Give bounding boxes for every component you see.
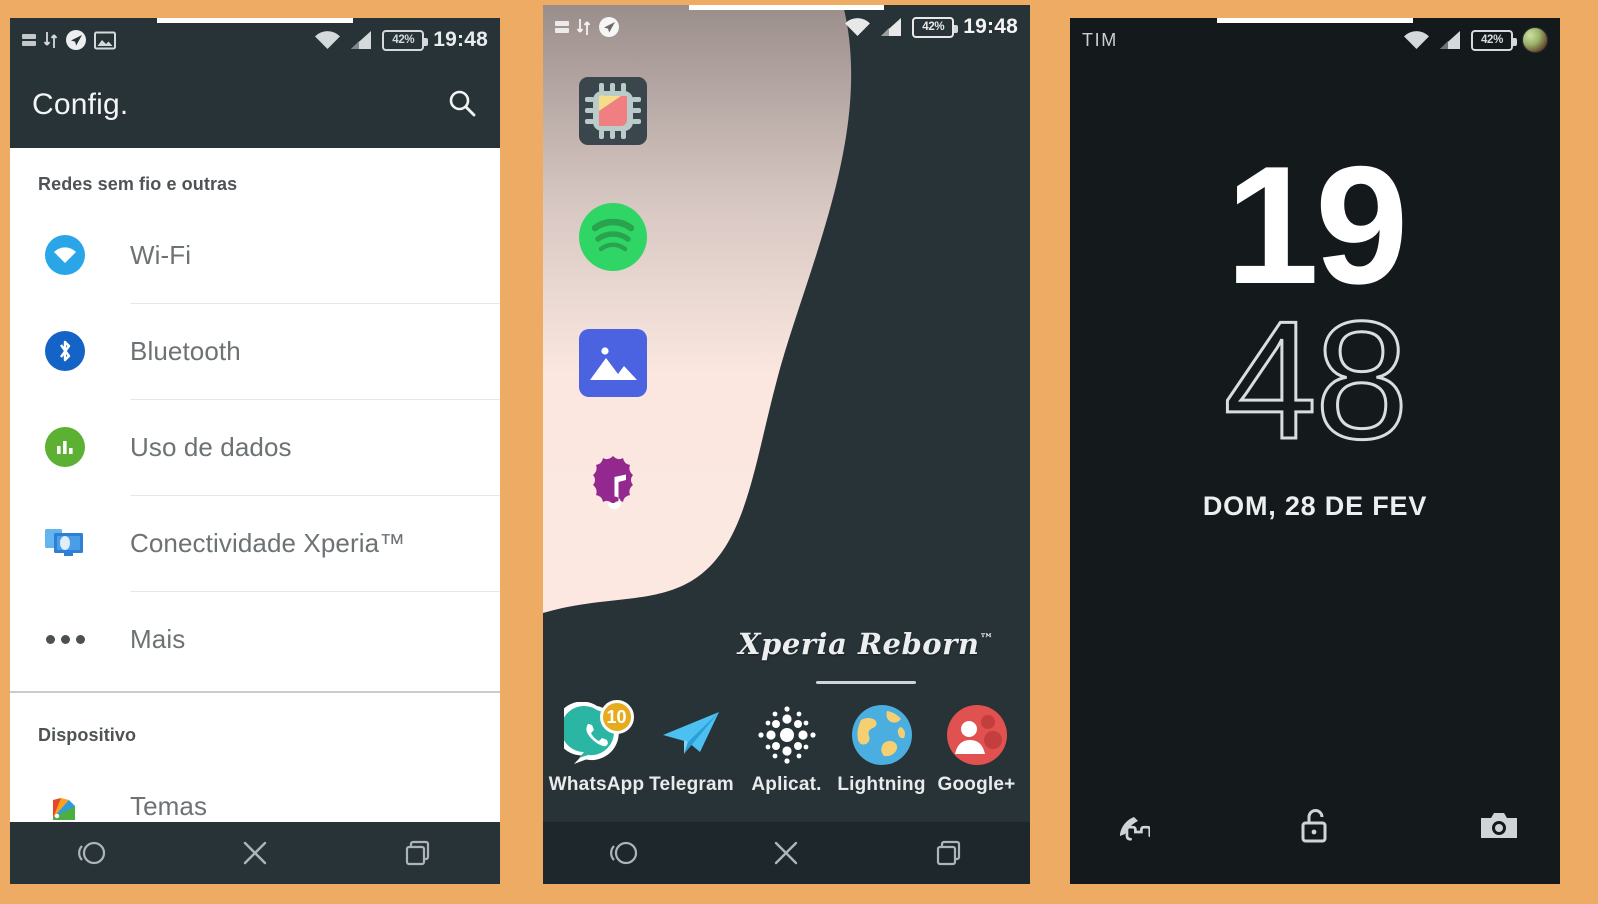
carrier-label: TIM <box>1082 29 1118 50</box>
settings-row-label: Bluetooth <box>130 335 241 366</box>
brand-name-text: Xperia Reborn <box>738 627 980 661</box>
user-avatar-icon[interactable] <box>1522 27 1548 53</box>
gallery-icon[interactable] <box>577 327 649 399</box>
bluetooth-icon <box>38 331 92 371</box>
settings-navigation-bar <box>10 822 500 884</box>
home-navigation-bar <box>543 822 1030 884</box>
section-header-wireless: Redes sem fio e outras <box>38 174 238 194</box>
search-icon[interactable] <box>446 87 478 124</box>
recents-square-icon[interactable] <box>868 838 1030 868</box>
globe-browser-icon <box>849 702 915 768</box>
settings-row-label: Conectividade Xperia™ <box>130 527 406 558</box>
home-status-bar: 42% 19:48 <box>543 5 1030 49</box>
spotify-icon[interactable] <box>577 201 649 273</box>
wifi-icon <box>38 235 92 275</box>
home-dock: 10 WhatsApp Telegram Aplicat. Lightning … <box>543 700 1030 822</box>
close-x-icon[interactable] <box>705 838 867 868</box>
dock-item-app-drawer[interactable]: Aplicat. <box>742 702 832 796</box>
clock-minutes: 48 <box>1222 285 1410 474</box>
settings-row-wifi[interactable]: Wi-Fi <box>10 207 500 303</box>
clock-hours: 19 <box>1225 131 1409 319</box>
settings-row-label: Temas <box>130 790 208 821</box>
recents-square-icon[interactable] <box>337 838 500 868</box>
location-icon <box>66 30 86 50</box>
battery-icon: 42% <box>382 29 429 51</box>
home-icon-column <box>577 75 649 579</box>
settings-row-more[interactable]: Mais <box>10 591 500 687</box>
page-title: Config. <box>32 88 129 121</box>
back-circle-icon[interactable] <box>543 837 705 869</box>
screen-mirroring-icon <box>38 525 92 561</box>
settings-row-data-usage[interactable]: Uso de dados <box>10 399 500 495</box>
lock-screen-panel: TIM 42% 19 48 DOM, 28 DE FEV <box>1070 18 1560 884</box>
battery-level-label: 42% <box>922 21 945 33</box>
data-transfer-icon <box>43 32 58 48</box>
battery-icon: 42% <box>1471 29 1517 51</box>
dock-label: Lightning <box>837 774 926 795</box>
phone-handset-icon[interactable] <box>1110 806 1152 851</box>
telegram-icon <box>659 702 725 768</box>
themes-palette-icon <box>38 786 92 826</box>
settings-list[interactable]: Redes sem fio e outras Wi-Fi Bluetooth U… <box>10 148 500 884</box>
data-rate-icon <box>555 21 569 33</box>
lock-status-bar: TIM 42% <box>1070 18 1560 62</box>
more-dots-icon <box>38 634 92 644</box>
notification-nub <box>1217 18 1413 23</box>
status-time: 19:48 <box>433 28 488 51</box>
settings-app-bar: Config. <box>10 62 500 148</box>
cpu-chip-icon[interactable] <box>577 75 649 147</box>
wifi-icon <box>1404 31 1429 49</box>
signal-bars-icon <box>351 31 372 49</box>
whatsapp-icon: 10 <box>554 700 634 768</box>
signal-bars-icon <box>881 18 902 36</box>
section-header-device: Dispositivo <box>38 725 137 745</box>
dock-item-lightning[interactable]: Lightning <box>837 702 927 796</box>
battery-level-label: 42% <box>392 34 415 46</box>
music-note-icon[interactable] <box>577 453 649 525</box>
back-circle-icon[interactable] <box>10 837 173 869</box>
data-usage-icon <box>38 427 92 467</box>
dock-item-telegram[interactable]: Telegram <box>647 702 737 796</box>
settings-row-bluetooth[interactable]: Bluetooth <box>10 303 500 399</box>
brand-trademark: ™ <box>979 631 994 648</box>
settings-row-label: Uso de dados <box>130 431 292 462</box>
settings-row-label: Mais <box>130 623 186 654</box>
notification-badge: 10 <box>599 700 634 734</box>
dock-label: Google+ <box>937 774 1016 795</box>
lock-clock: 19 48 DOM, 28 DE FEV <box>1070 131 1560 522</box>
notification-nub <box>157 18 353 23</box>
lock-action-row <box>1070 798 1560 858</box>
data-rate-icon <box>22 34 36 46</box>
dock-label: Telegram <box>649 774 734 795</box>
wifi-icon <box>845 18 871 36</box>
camera-icon[interactable] <box>1478 809 1520 848</box>
screenshot-stage: 42% 19:48 Config. Redes sem fio e outras <box>0 0 1598 904</box>
dock-label: Aplicat. <box>751 774 822 795</box>
status-time: 19:48 <box>963 15 1018 38</box>
settings-screen-panel: 42% 19:48 Config. Redes sem fio e outras <box>10 18 500 884</box>
location-icon <box>599 17 619 37</box>
dock-item-whatsapp[interactable]: 10 WhatsApp <box>548 700 645 796</box>
settings-status-bar: 42% 19:48 <box>10 18 500 62</box>
wifi-icon <box>315 31 341 49</box>
data-transfer-icon <box>576 19 591 35</box>
dock-item-google-plus[interactable]: Google+ <box>932 702 1022 796</box>
google-plus-icon <box>944 702 1010 768</box>
signal-bars-icon <box>1440 31 1460 49</box>
unlocked-padlock-icon[interactable] <box>1297 806 1331 851</box>
wallpaper-branding: Xperia Reborn™ <box>738 627 994 684</box>
lock-date: DOM, 28 DE FEV <box>1202 491 1428 522</box>
notification-nub <box>689 5 884 10</box>
settings-row-label: Wi-Fi <box>130 239 192 270</box>
home-screen-panel: 42% 19:48 Xperia Reborn™ 10 WhatsApp Tel… <box>543 5 1030 884</box>
app-drawer-icon <box>754 702 820 768</box>
close-x-icon[interactable] <box>173 838 336 868</box>
brand-divider <box>816 681 917 684</box>
battery-level-label: 42% <box>1480 34 1504 46</box>
section-divider <box>10 691 500 699</box>
dock-label: WhatsApp <box>548 774 645 795</box>
settings-row-xperia-connectivity[interactable]: Conectividade Xperia™ <box>10 495 500 591</box>
screenshot-icon <box>94 31 116 49</box>
battery-icon: 42% <box>912 16 959 38</box>
